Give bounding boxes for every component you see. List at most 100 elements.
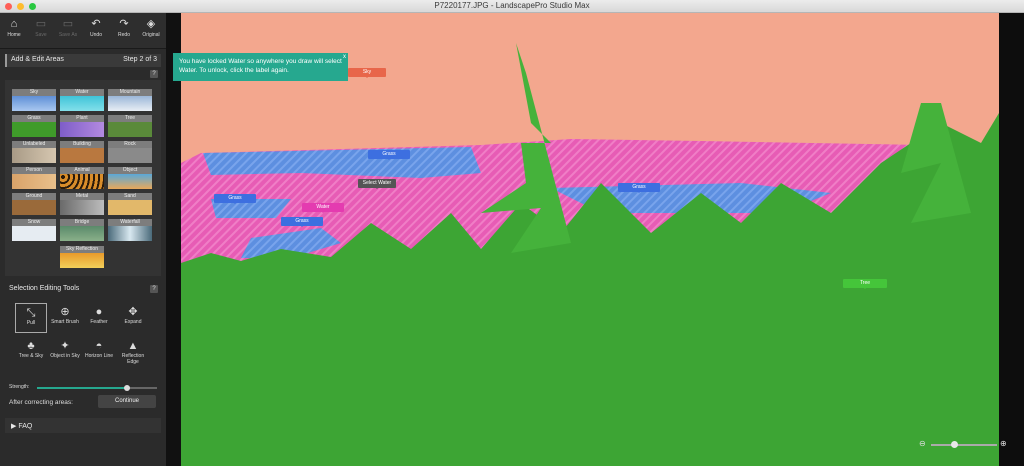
tile-rock[interactable]: Rock [108,141,152,163]
redo-label: Redo [118,32,130,38]
save-as-icon: ▭ [62,18,74,30]
tool-label: Expand [124,319,142,325]
redo-icon: ↷ [119,18,129,30]
tools-header: Selection Editing Tools [5,283,161,296]
save-button[interactable]: ▭ Save [28,16,54,38]
tile-grass[interactable]: Grass [12,115,56,137]
tile-label: Plant [60,115,104,122]
label-tree[interactable]: Tree [843,279,887,289]
home-label: Home [7,32,21,38]
tile-label: Building [60,141,104,148]
expand-tool[interactable]: ✥ Expand [117,305,149,325]
faq-section[interactable]: ▶ FAQ [5,418,161,433]
strength-knob[interactable] [124,385,130,391]
strength-label: Strength: [9,384,30,390]
save-as-label: Save As [58,32,78,38]
feather-tool[interactable]: ● Feather [83,305,115,325]
tile-label: Waterfall [108,219,152,226]
tool-label: Feather [90,319,108,325]
tile-sand[interactable]: Sand [108,193,152,215]
strength-slider[interactable] [37,385,157,391]
original-button[interactable]: ◈ Original [138,16,164,38]
tile-label: Bridge [60,219,104,226]
original-label: Original [142,32,160,38]
label-water[interactable]: Water [302,203,344,213]
tile-sky[interactable]: Sky [12,89,56,111]
label-select-water[interactable]: Select Water [358,179,396,189]
tools-help-button[interactable]: ? [150,285,158,293]
label-grass[interactable]: Grass [214,194,256,204]
tile-label: Tree [108,115,152,122]
tool-label: Tree & Sky [18,353,44,359]
pull-tool[interactable]: ⤡ Pull [15,303,47,333]
tile-label: Person [12,167,56,174]
locked-water-tooltip: You have locked Water so anywhere you dr… [173,53,348,81]
tile-waterfall[interactable]: Waterfall [108,219,152,241]
feather-icon: ● [95,306,103,318]
tile-sky-reflection[interactable]: Sky Reflection [60,246,104,268]
tile-water[interactable]: Water [60,89,104,111]
continue-button[interactable]: Continue [98,395,156,408]
tool-label: Reflection Edge [121,353,145,365]
save-icon: ▭ [35,18,47,30]
tile-label: Ground [12,193,56,200]
correct-label: After correcting areas: [9,399,73,406]
tile-plant[interactable]: Plant [60,115,104,137]
tile-label: Metal [60,193,104,200]
step-indicator: Step 2 of 3 [123,56,157,63]
tile-ground[interactable]: Ground [12,193,56,215]
tools-title: Selection Editing Tools [9,285,80,292]
faq-label: ▶ FAQ [11,423,33,430]
tile-label: Unlabeled [12,141,56,148]
tile-label: Rock [108,141,152,148]
redo-button[interactable]: ↷ Redo [111,16,137,38]
strength-fill [37,387,127,389]
reflection-edge-tool[interactable]: ▲ Reflection Edge [117,339,149,365]
label-grass[interactable]: Grass [618,183,660,193]
tile-object[interactable]: Object [108,167,152,189]
tile-tree[interactable]: Tree [108,115,152,137]
tile-label: Animal [60,167,104,174]
tile-label: Grass [12,115,56,122]
window-title: P7220177.JPG - LandscapePro Studio Max [434,1,590,10]
areas-help-button[interactable]: ? [150,70,158,78]
tile-label: Mountain [108,89,152,96]
tool-label: Smart Brush [51,319,79,325]
label-sky[interactable]: Sky [348,68,386,78]
object-in-sky-tool[interactable]: ✦ Object in Sky [49,339,81,359]
zoom-in-icon[interactable]: ⊕ [1000,439,1007,448]
tile-building[interactable]: Building [60,141,104,163]
right-bar: ⊕ [999,13,1024,466]
home-icon: ⌂ [10,18,18,30]
tile-mountain[interactable]: Mountain [108,89,152,111]
tooltip-close-icon[interactable]: x [343,53,346,62]
label-grass[interactable]: Grass [281,217,323,227]
tile-label: Sand [108,193,152,200]
tile-snow[interactable]: Snow [12,219,56,241]
areas-header: Add & Edit Areas Step 2 of 3 [5,54,161,67]
tile-label: Sky [12,89,56,96]
areas-title: Add & Edit Areas [11,56,64,63]
horizon-line-tool[interactable]: ◓ Horizon Line [83,339,115,359]
label-grass[interactable]: Grass [368,150,410,160]
zoom-slider[interactable] [931,441,997,448]
undo-button[interactable]: ↶ Undo [83,16,109,38]
pull-icon: ⤡ [26,307,36,319]
home-button[interactable]: ⌂ Home [1,16,27,38]
tile-animal[interactable]: Animal [60,167,104,189]
smart-brush-tool[interactable]: ⊕ Smart Brush [49,305,81,325]
zoom-out-icon[interactable]: ⊖ [919,439,926,448]
tile-bridge[interactable]: Bridge [60,219,104,241]
save-as-button[interactable]: ▭ Save As [55,16,81,38]
tile-metal[interactable]: Metal [60,193,104,215]
tile-person[interactable]: Person [12,167,56,189]
original-icon: ◈ [146,18,156,30]
tree-sky-icon: ♣ [27,340,35,352]
undo-label: Undo [90,32,102,38]
tool-label: Horizon Line [84,353,114,359]
tree-sky-tool[interactable]: ♣ Tree & Sky [15,339,47,359]
tool-label: Object in Sky [50,353,80,359]
tile-label: Sky Reflection [60,246,104,253]
tile-unlabeled[interactable]: Unlabeled [12,141,56,163]
tile-label: Object [108,167,152,174]
